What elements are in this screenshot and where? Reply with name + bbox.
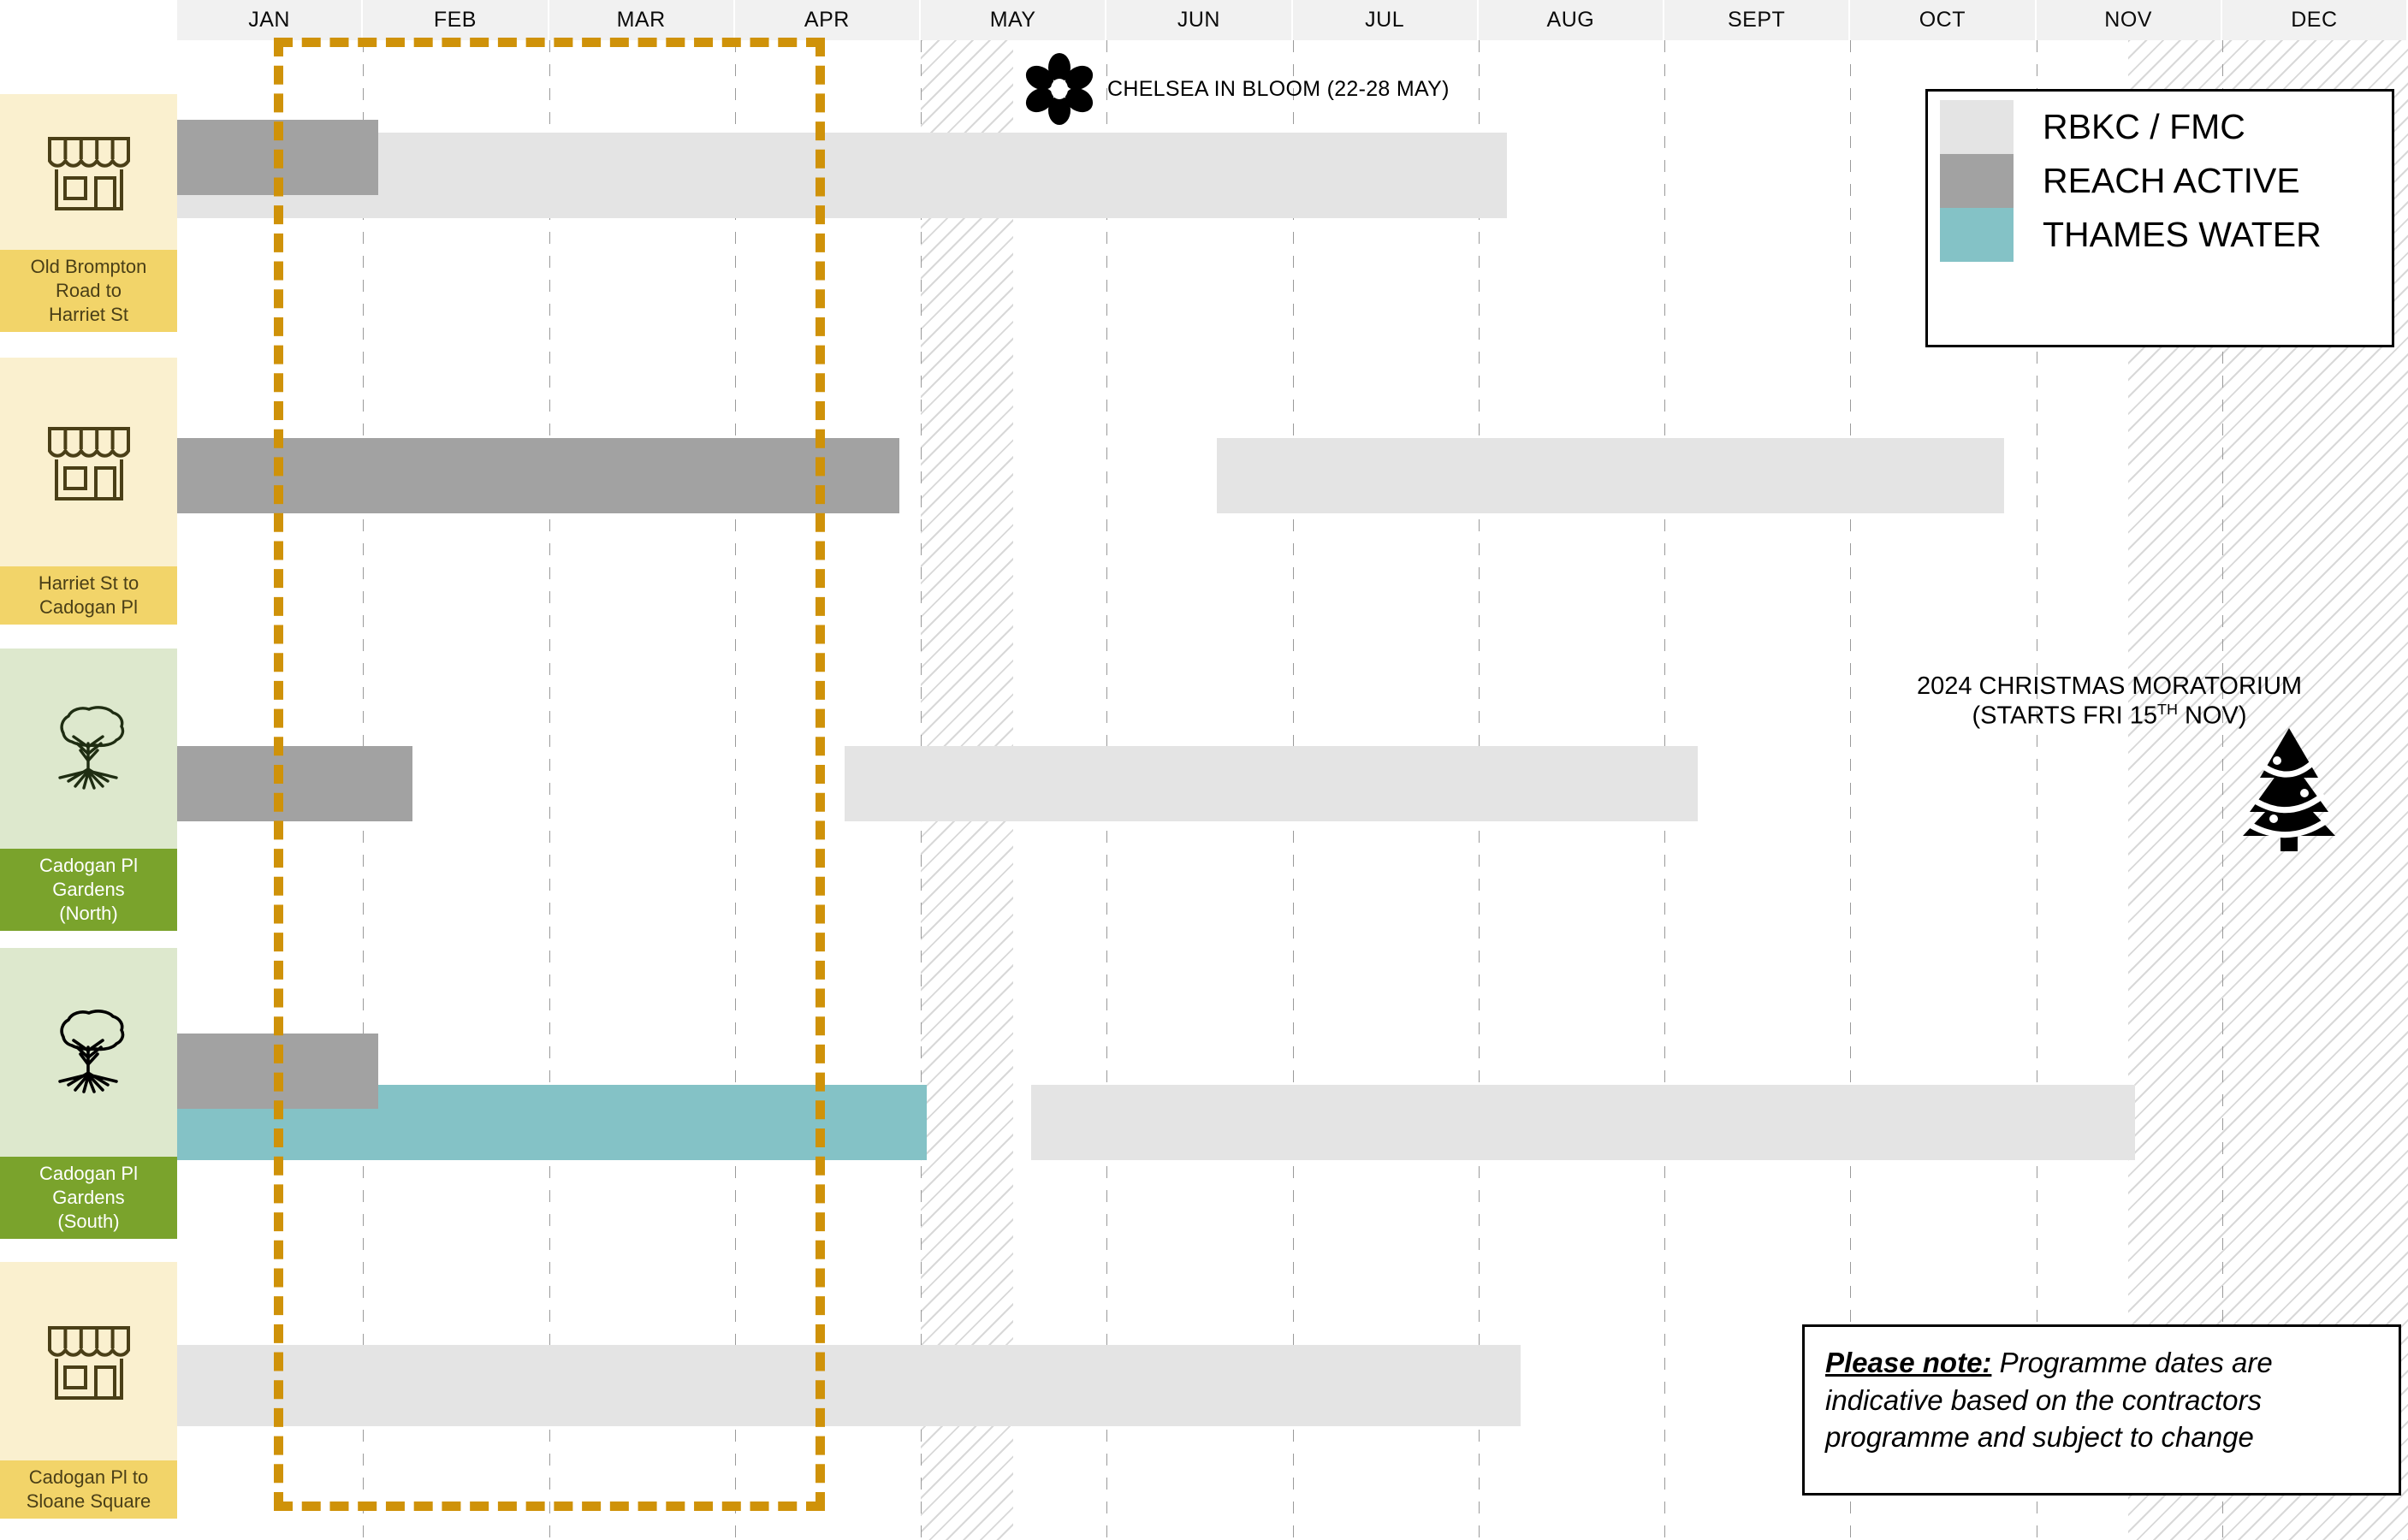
chelsea-in-bloom-label: CHELSEA IN BLOOM (22-28 MAY) xyxy=(1107,76,1450,101)
row-label-line2: Gardens xyxy=(52,878,125,900)
bar-row3-rbkc-fmc[interactable] xyxy=(845,746,1698,821)
grid-line-oct xyxy=(1850,40,1852,1540)
bar-row2-reach-active[interactable] xyxy=(177,438,899,513)
christmas-line2-pre: (STARTS FRI 15 xyxy=(1972,702,2157,730)
legend-item-reach-active[interactable]: REACH ACTIVE xyxy=(1940,154,2373,208)
shop-icon xyxy=(47,136,130,210)
month-header-feb: FEB xyxy=(363,0,549,40)
row-label-old-brompton-road-to-harriet-st[interactable]: Old Brompton Road to Harriet St xyxy=(0,94,177,332)
month-header-nov: NOV xyxy=(2036,0,2222,40)
row-label-harriet-st-to-cadogan-pl[interactable]: Harriet St to Cadogan Pl xyxy=(0,358,177,625)
row-label-line2: Road to xyxy=(55,279,122,301)
legend-swatch-reach-active xyxy=(1940,154,2014,208)
legend-label-rbkc-fmc: RBKC / FMC xyxy=(2043,107,2245,146)
legend: RBKC / FMC REACH ACTIVE THAMES WATER xyxy=(1925,89,2394,347)
row-label-line1: Cadogan Pl to xyxy=(28,1466,149,1488)
flower-icon xyxy=(1025,53,1094,125)
month-header-jul: JUL xyxy=(1292,0,1479,40)
tree-icon-container xyxy=(0,649,177,849)
month-header-apr: APR xyxy=(734,0,921,40)
month-header-dec: DEC xyxy=(2221,0,2408,40)
row-label-caption: Cadogan Pl Gardens (North) xyxy=(0,848,177,931)
christmas-tree-icon xyxy=(2243,728,2335,851)
gantt-chart-root: Old Brompton Road to Harriet St Harriet … xyxy=(0,0,2408,1540)
please-note-box: Please note: Programme dates are indicat… xyxy=(1802,1324,2401,1496)
row-label-cadogan-pl-gardens-south[interactable]: Cadogan Pl Gardens (South) xyxy=(0,948,177,1239)
legend-label-thames-water: THAMES WATER xyxy=(2043,215,2322,254)
shop-icon-container xyxy=(0,1262,177,1460)
tree-icon-container xyxy=(0,948,177,1157)
row-label-caption: Old Brompton Road to Harriet St xyxy=(0,249,177,332)
row-label-line3: (South) xyxy=(57,1210,120,1232)
row-label-line3: Harriet St xyxy=(49,303,128,325)
christmas-tree-icon-container xyxy=(2238,723,2340,856)
row-label-caption: Cadogan Pl Gardens (South) xyxy=(0,1156,177,1239)
row-label-cadogan-pl-to-sloane-square[interactable]: Cadogan Pl to Sloane Square xyxy=(0,1262,177,1519)
row-label-line1: Cadogan Pl xyxy=(39,1162,138,1184)
annotation-chelsea-in-bloom: CHELSEA IN BLOOM (22-28 MAY) xyxy=(1023,53,1450,125)
christmas-line1: 2024 CHRISTMAS MORATORIUM xyxy=(1916,672,2303,700)
legend-label-reach-active: REACH ACTIVE xyxy=(2043,161,2300,200)
bar-row3-reach-active[interactable] xyxy=(177,746,412,821)
row-label-line1: Harriet St to xyxy=(38,572,139,594)
row-label-line2: Gardens xyxy=(52,1186,125,1208)
legend-swatch-rbkc-fmc xyxy=(1940,100,2014,154)
bar-row4-rbkc-fmc[interactable] xyxy=(1031,1085,2135,1160)
month-header-mar: MAR xyxy=(549,0,735,40)
shop-icon-container xyxy=(0,94,177,250)
shop-icon-container xyxy=(0,358,177,566)
bar-row4-reach-active[interactable] xyxy=(177,1034,378,1109)
tree-icon xyxy=(58,1010,125,1094)
christmas-line2-sup: TH xyxy=(2156,701,2178,719)
row-label-line3: (North) xyxy=(59,902,118,924)
row-label-line2: Sloane Square xyxy=(26,1490,151,1512)
legend-item-thames-water[interactable]: THAMES WATER xyxy=(1940,208,2373,262)
month-header-oct: OCT xyxy=(1850,0,2037,40)
please-note-strong: Please note: xyxy=(1825,1347,1992,1378)
shop-icon xyxy=(47,1325,130,1400)
month-header-jun: JUN xyxy=(1106,0,1293,40)
month-header-may: MAY xyxy=(921,0,1107,40)
row-label-caption: Harriet St to Cadogan Pl xyxy=(0,566,177,625)
legend-swatch-thames-water xyxy=(1940,208,2014,262)
month-header-sept: SEPT xyxy=(1664,0,1851,40)
legend-item-rbkc-fmc[interactable]: RBKC / FMC xyxy=(1940,100,2373,154)
month-header-aug: AUG xyxy=(1478,0,1664,40)
row-label-line2: Cadogan Pl xyxy=(39,595,138,618)
bar-row5-rbkc-fmc[interactable] xyxy=(177,1345,1521,1426)
bar-row1-reach-active[interactable] xyxy=(177,120,378,195)
row-label-caption: Cadogan Pl to Sloane Square xyxy=(0,1460,177,1519)
row-label-cadogan-pl-gardens-north[interactable]: Cadogan Pl Gardens (North) xyxy=(0,649,177,931)
month-header-jan: JAN xyxy=(177,0,364,40)
row-label-line1: Old Brompton xyxy=(30,255,147,277)
grid-line-mar xyxy=(549,40,550,1540)
grid-line-apr xyxy=(734,40,736,1540)
annotation-christmas-moratorium: 2024 CHRISTMAS MORATORIUM (STARTS FRI 15… xyxy=(1908,672,2310,731)
bar-row2-rbkc-fmc[interactable] xyxy=(1217,438,2004,513)
tree-icon xyxy=(58,706,125,790)
christmas-line2-post: NOV) xyxy=(2177,702,2247,730)
shop-icon xyxy=(47,426,130,500)
row-label-line1: Cadogan Pl xyxy=(39,854,138,876)
